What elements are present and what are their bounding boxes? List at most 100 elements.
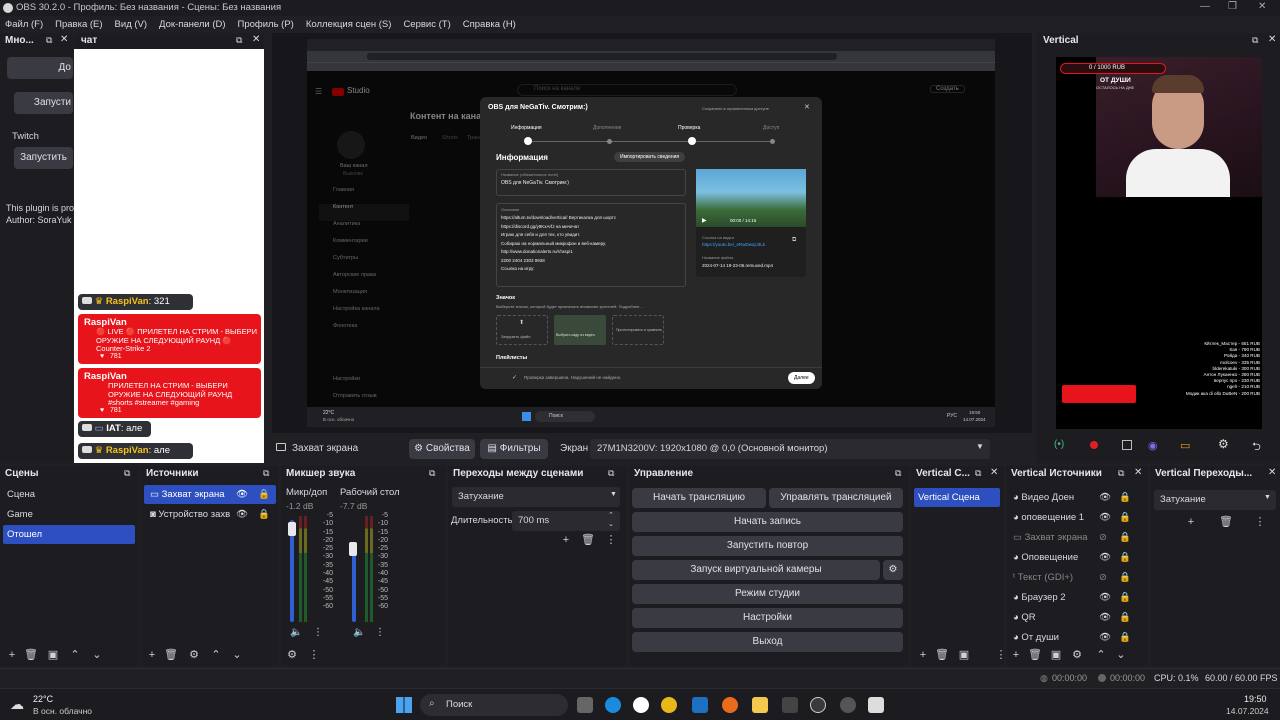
close-icon[interactable]: ✕: [60, 34, 68, 45]
remove-source-button[interactable]: 🗑: [1027, 647, 1043, 663]
mixer-settings-button[interactable]: ⚙: [284, 647, 300, 663]
add-transition-button[interactable]: +: [558, 532, 574, 548]
source-item[interactable]: ◙ Устройство захв 👁 🔒: [144, 505, 276, 524]
lock-icon[interactable]: 🔒: [258, 485, 270, 504]
lock-icon[interactable]: 🔒: [258, 505, 270, 524]
menu-help[interactable]: Справка (H): [463, 19, 516, 30]
app-icon[interactable]: [868, 697, 884, 713]
edge-icon[interactable]: [605, 697, 621, 713]
float-icon[interactable]: ⧉: [895, 468, 901, 479]
speaker-icon[interactable]: 🔈: [290, 627, 302, 638]
add-scene-button[interactable]: +: [915, 647, 931, 663]
scene-item[interactable]: Сцена: [3, 485, 135, 504]
move-up-button[interactable]: ⌃: [208, 647, 224, 663]
maximize-button[interactable]: ❐: [1228, 1, 1237, 12]
float-icon[interactable]: ⧉: [1252, 35, 1258, 46]
main-preview[interactable]: ☰ Studio Поиск на канале Создать Контент…: [272, 33, 1032, 433]
vertical-source-item[interactable]: ◕ От души 👁 🔒: [1009, 628, 1139, 648]
filters-button[interactable]: ▤ Фильтры: [480, 439, 548, 459]
float-icon[interactable]: ⧉: [263, 468, 269, 479]
move-down-button[interactable]: ⌄: [89, 647, 105, 663]
yandex-icon[interactable]: [633, 697, 649, 713]
settings-icon[interactable]: [840, 697, 856, 713]
exit-button[interactable]: Выход: [632, 632, 903, 652]
multistream-start-button-1[interactable]: Запусти: [14, 92, 73, 114]
close-button[interactable]: ✕: [1258, 1, 1266, 12]
remove-source-button[interactable]: 🗑: [163, 647, 179, 663]
close-icon[interactable]: ✕: [990, 467, 998, 478]
vertical-source-item[interactable]: ▭ Захват экрана ⊘ 🔒: [1009, 528, 1139, 548]
duration-input[interactable]: 700 ms ⌃ ⌄: [512, 511, 620, 531]
lock-icon[interactable]: 🔒: [1119, 628, 1131, 648]
float-icon[interactable]: ⧉: [124, 468, 130, 479]
volume-slider-track[interactable]: [352, 548, 356, 622]
lock-icon[interactable]: 🔒: [1119, 588, 1131, 608]
eye-icon[interactable]: 👁: [1099, 608, 1111, 628]
remove-transition-button[interactable]: 🗑: [1218, 514, 1234, 530]
scene-filters-button[interactable]: ▣: [45, 647, 61, 663]
menu-profile[interactable]: Профиль (P): [238, 19, 294, 30]
scene-item-selected[interactable]: Отошел: [3, 525, 135, 544]
volume-slider-handle[interactable]: [349, 542, 357, 556]
eye-icon[interactable]: 👁: [236, 505, 248, 524]
lock-icon[interactable]: 🔒: [1119, 488, 1131, 508]
settings-button[interactable]: Настройки: [632, 608, 903, 628]
explorer-icon[interactable]: [752, 697, 768, 713]
close-icon[interactable]: ✕: [1268, 34, 1276, 45]
vertical-transition-select[interactable]: Затухание ▼: [1154, 490, 1276, 510]
remove-scene-button[interactable]: 🗑: [934, 647, 950, 663]
close-icon[interactable]: ✕: [1268, 467, 1276, 478]
float-icon[interactable]: ⧉: [236, 35, 242, 46]
scene-filters-button[interactable]: ▣: [956, 647, 972, 663]
screen-select[interactable]: 27M1N3200V: 1920x1080 @ 0,0 (Основной мо…: [590, 439, 990, 459]
close-icon[interactable]: ✕: [252, 34, 260, 45]
multistream-button-1[interactable]: До: [7, 57, 73, 79]
lock-icon[interactable]: 🔒: [1119, 508, 1131, 528]
eye-icon[interactable]: 👁: [1099, 588, 1111, 608]
remove-scene-button[interactable]: 🗑: [23, 647, 39, 663]
chevron-down-icon[interactable]: ⌄: [608, 520, 614, 528]
properties-button[interactable]: ⚙ Свойства: [409, 439, 475, 459]
virtual-camera-settings-button[interactable]: ⚙: [883, 560, 903, 580]
float-icon[interactable]: ⧉: [1118, 468, 1124, 479]
move-up-button[interactable]: ⌃: [1093, 647, 1109, 663]
mixer-menu-button[interactable]: ⋮: [306, 647, 322, 663]
move-down-button[interactable]: ⌄: [229, 647, 245, 663]
eye-hidden-icon[interactable]: ⊘: [1099, 528, 1107, 548]
menu-docks[interactable]: Док-панели (D): [159, 19, 225, 30]
taskview-icon[interactable]: [577, 697, 593, 713]
start-virtual-camera-button[interactable]: Запуск виртуальной камеры: [632, 560, 880, 580]
vertical-source-item[interactable]: ◕ оповещение 1 👁 🔒: [1009, 508, 1139, 528]
lock-icon[interactable]: 🔒: [1119, 568, 1131, 588]
menu-scene-collection[interactable]: Коллекция сцен (S): [306, 19, 392, 30]
eye-hidden-icon[interactable]: ⊘: [1099, 568, 1107, 588]
menu-view[interactable]: Вид (V): [115, 19, 148, 30]
vertical-source-item[interactable]: ◕ Браузер 2 👁 🔒: [1009, 588, 1139, 608]
eye-icon[interactable]: 👁: [1099, 628, 1111, 648]
mail-icon[interactable]: [692, 697, 708, 713]
lock-icon[interactable]: 🔒: [1119, 528, 1131, 548]
volume-slider-handle[interactable]: [288, 522, 296, 536]
vertical-source-item[interactable]: ◕ Видео Доен 👁 🔒: [1009, 488, 1139, 508]
start-recording-button[interactable]: Начать запись: [632, 512, 903, 532]
add-transition-button[interactable]: +: [1183, 514, 1199, 530]
float-icon[interactable]: ⧉: [608, 468, 614, 479]
transition-menu-button[interactable]: ⋮: [1252, 514, 1268, 530]
firefox-icon[interactable]: [722, 697, 738, 713]
lock-icon[interactable]: 🔒: [1119, 608, 1131, 628]
menu-edit[interactable]: Правка (E): [55, 19, 102, 30]
source-properties-button[interactable]: ⚙: [1069, 647, 1085, 663]
chrome-icon[interactable]: [661, 697, 677, 713]
minimize-button[interactable]: —: [1200, 1, 1210, 12]
vertical-source-item[interactable]: ᵗ Текст (GDI+) ⊘ 🔒: [1009, 568, 1139, 588]
more-icon[interactable]: ⋮: [375, 627, 385, 638]
transition-select[interactable]: Затухание ▼: [452, 487, 620, 507]
vertical-scene-item-selected[interactable]: Vertical Сцена: [914, 488, 1000, 507]
vertical-source-item[interactable]: ◕ QR 👁 🔒: [1009, 608, 1139, 628]
lock-icon[interactable]: 🔒: [1119, 548, 1131, 568]
manage-broadcast-button[interactable]: Управлять трансляцией: [769, 488, 903, 508]
studio-mode-button[interactable]: Режим студии: [632, 584, 903, 604]
source-item-selected[interactable]: ▭ Захват экрана 👁 🔒: [144, 485, 276, 504]
source-filters-button[interactable]: ▣: [1048, 647, 1064, 663]
vertical-source-item[interactable]: ◕ Оповещение 👁 🔒: [1009, 548, 1139, 568]
